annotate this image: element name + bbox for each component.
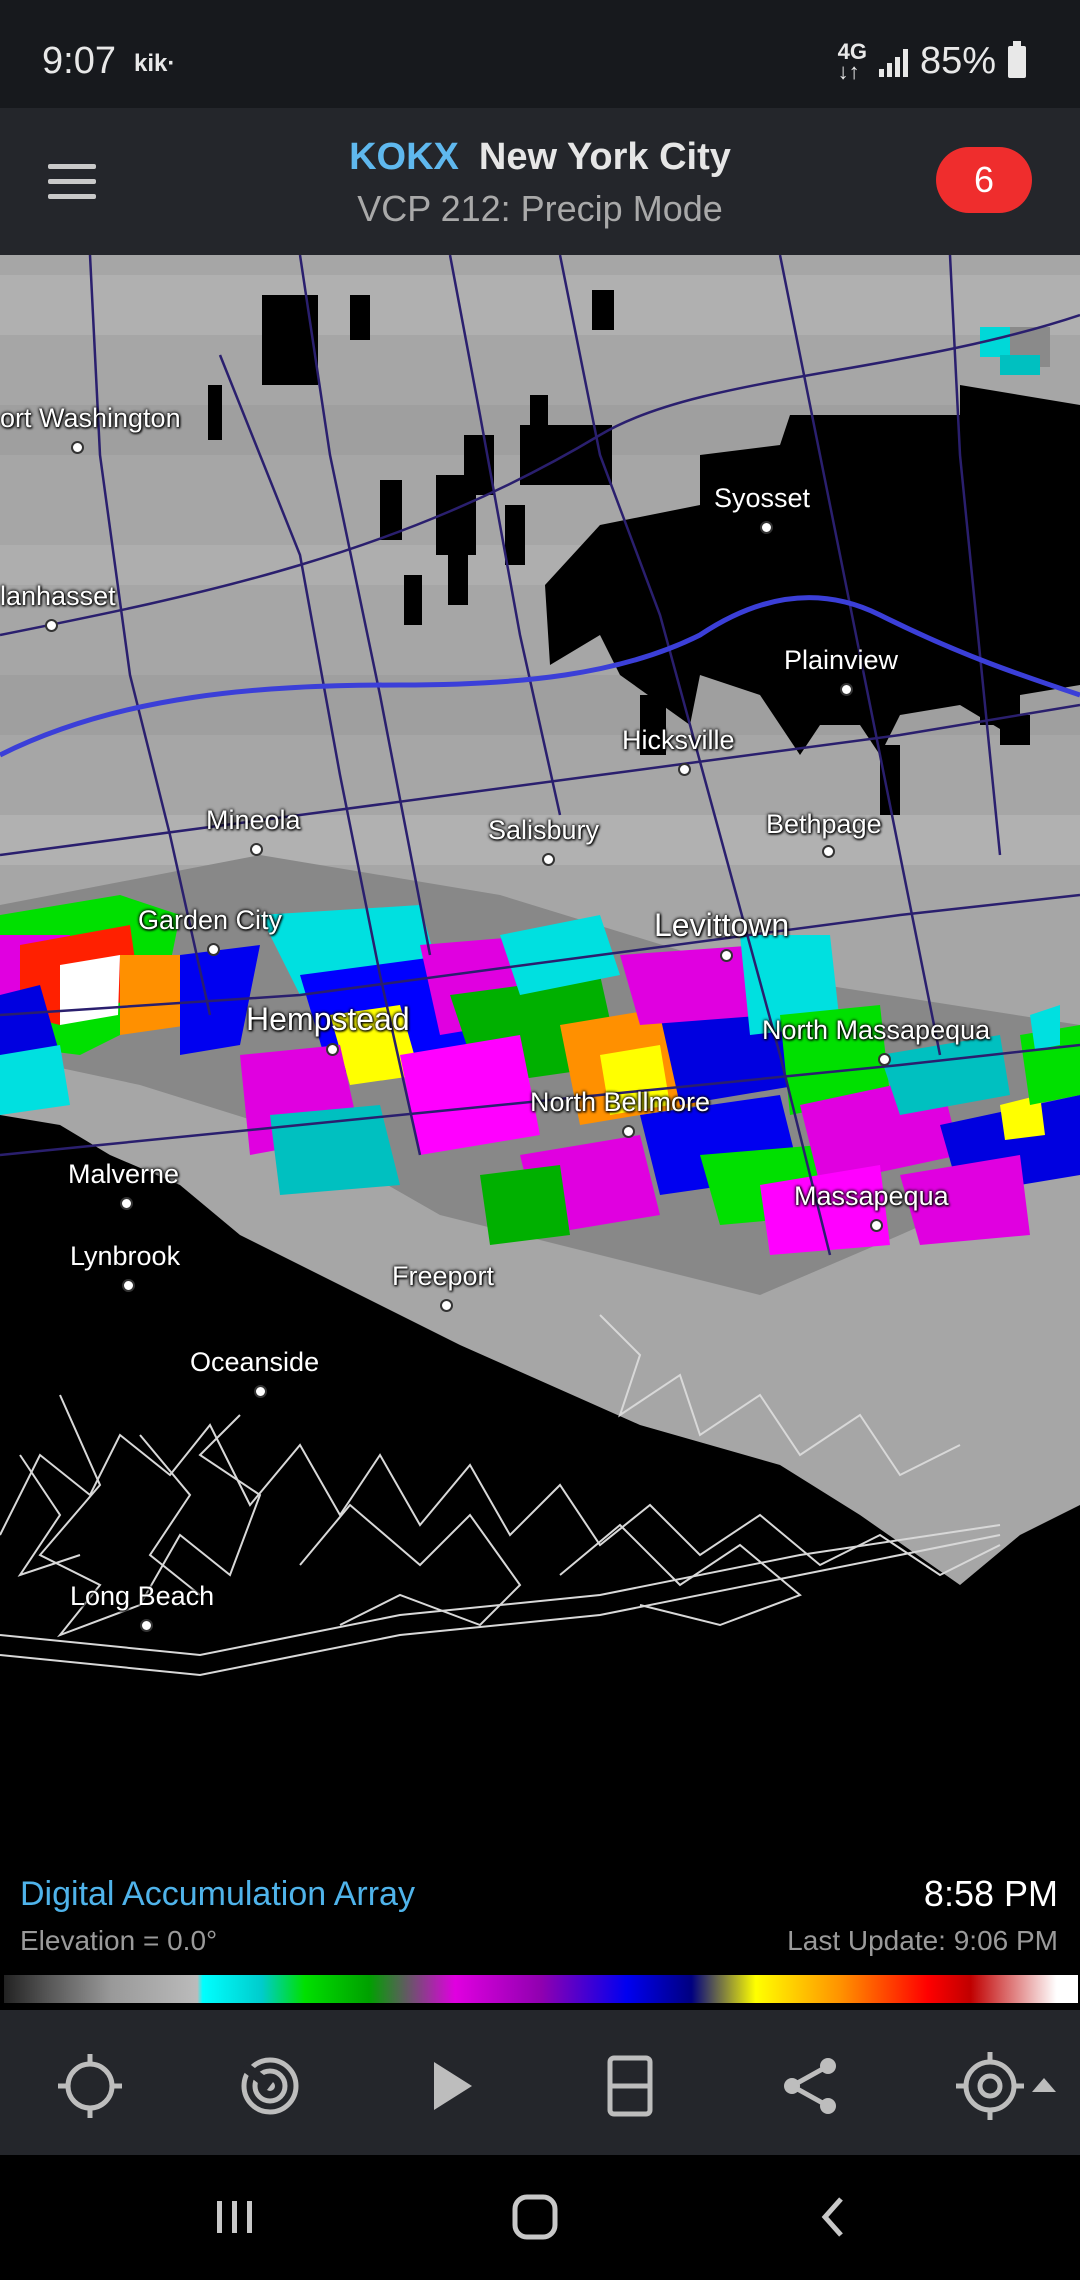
place-label: Freeport: [392, 1261, 495, 1291]
signal-icon: [878, 47, 908, 77]
place-dot: [250, 843, 263, 856]
place-dot: [207, 943, 220, 956]
place-label: Plainview: [784, 645, 899, 675]
network-icon: 4G ↓↑: [837, 38, 867, 84]
place-label: Malverne: [68, 1159, 180, 1189]
place-label: Mineola: [206, 805, 301, 835]
place-dot: [870, 1219, 883, 1232]
place-dot: [542, 853, 555, 866]
place-label: Salisbury: [488, 815, 600, 845]
radar-map[interactable]: ort Washington Syosset lanhasset Plainvi…: [0, 255, 1080, 1845]
place-dot: [45, 619, 58, 632]
product-name[interactable]: Digital Accumulation Array: [20, 1875, 415, 1914]
place-label: Hempstead: [246, 1001, 410, 1037]
place-dot: [720, 949, 733, 962]
locate-icon[interactable]: [50, 2046, 130, 2126]
place-label: Oceanside: [190, 1347, 320, 1377]
place-dot: [254, 1385, 267, 1398]
place-dot: [678, 763, 691, 776]
place-dot: [71, 441, 84, 454]
place-label: North Bellmore: [530, 1087, 711, 1117]
place-label: Massapequa: [794, 1181, 949, 1211]
place-label: lanhasset: [0, 581, 116, 611]
home-icon[interactable]: [505, 2187, 565, 2247]
play-icon[interactable]: [410, 2046, 490, 2126]
alerts-badge[interactable]: 6: [936, 147, 1032, 213]
place-label: Bethpage: [766, 809, 882, 839]
status-bar: 9:07 kik· 4G ↓↑ 85%: [0, 0, 1080, 108]
station-id: KOKX: [349, 136, 459, 178]
target-icon[interactable]: [950, 2046, 1070, 2126]
place-label: Garden City: [138, 905, 283, 935]
color-legend: [4, 1975, 1078, 2003]
place-label: Syosset: [714, 483, 811, 513]
radar-icon[interactable]: [230, 2046, 310, 2126]
status-indicators: 4G ↓↑ 85%: [838, 40, 1026, 83]
app-bar: KOKX New York City VCP 212: Precip Mode 6: [0, 108, 1080, 255]
layout-icon[interactable]: [590, 2046, 670, 2126]
bottom-toolbar: [0, 2010, 1080, 2155]
recents-icon[interactable]: [205, 2187, 265, 2247]
back-icon[interactable]: [805, 2187, 865, 2247]
place-dot: [440, 1299, 453, 1312]
place-dot: [326, 1043, 339, 1056]
radar-title[interactable]: KOKX New York City: [0, 136, 1080, 179]
place-label: North Massapequa: [762, 1015, 991, 1045]
station-city: New York City: [478, 136, 731, 178]
battery-percent: 85%: [919, 40, 996, 82]
place-dot: [122, 1279, 135, 1292]
place-dot: [120, 1197, 133, 1210]
elevation: Elevation = 0.0°: [20, 1925, 218, 1956]
place-dot: [822, 845, 835, 858]
place-dot: [840, 683, 853, 696]
kik-icon: kik·: [134, 50, 176, 77]
share-icon[interactable]: [770, 2046, 850, 2126]
place-dot: [140, 1619, 153, 1632]
place-label: ort Washington: [0, 403, 181, 433]
place-dot: [760, 521, 773, 534]
place-label: Lynbrook: [70, 1241, 181, 1271]
place-dot: [878, 1053, 891, 1066]
battery-icon: [1008, 40, 1026, 78]
place-label: Long Beach: [70, 1581, 215, 1611]
last-update: Last Update: 9:06 PM: [787, 1925, 1058, 1956]
system-nav-bar: [0, 2155, 1080, 2280]
vcp-mode: VCP 212: Precip Mode: [357, 188, 723, 229]
status-time: 9:07: [42, 40, 116, 82]
product-info: Digital Accumulation Array Elevation = 0…: [0, 1845, 1080, 1975]
place-label: Levittown: [654, 907, 790, 943]
valid-time: 8:58 PM: [923, 1873, 1058, 1914]
place-label: Hicksville: [622, 725, 735, 755]
place-dot: [622, 1125, 635, 1138]
